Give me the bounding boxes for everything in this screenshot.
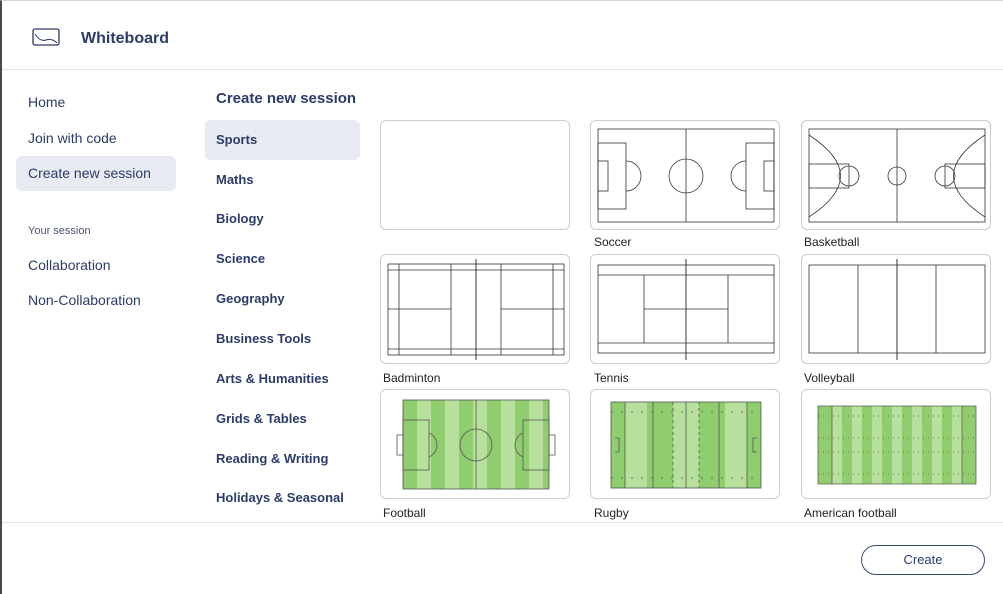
create-button[interactable]: Create: [861, 545, 985, 575]
nav-home[interactable]: Home: [16, 85, 176, 120]
category-arts-humanities[interactable]: Arts & Humanities: [205, 359, 360, 399]
template-tennis[interactable]: [590, 254, 780, 364]
template-rugby[interactable]: [590, 389, 780, 499]
category-geography[interactable]: Geography: [205, 279, 360, 319]
template-american-football[interactable]: [801, 389, 991, 499]
american-football-field-icon: [817, 405, 977, 485]
nav-create-new-session[interactable]: Create new session: [16, 156, 176, 191]
whiteboard-icon: [32, 28, 60, 46]
template-label-soccer: Soccer: [594, 235, 632, 249]
category-grids-tables[interactable]: Grids & Tables: [205, 399, 360, 439]
category-reading-writing[interactable]: Reading & Writing: [205, 439, 360, 479]
app-title: Whiteboard: [81, 30, 169, 47]
badminton-court-icon: [387, 259, 565, 360]
template-football[interactable]: [380, 389, 570, 499]
category-maths[interactable]: Maths: [205, 160, 360, 200]
template-blank[interactable]: [380, 120, 570, 230]
soccer-field-icon: [597, 128, 775, 223]
categories-title: Create new session: [216, 90, 357, 107]
template-label-american-football: American football: [804, 506, 897, 520]
nav-join-with-code[interactable]: Join with code: [16, 121, 176, 156]
nav-non-collaboration[interactable]: Non-Collaboration: [16, 283, 176, 318]
app-header: Whiteboard: [2, 1, 1003, 70]
tennis-court-icon: [597, 259, 775, 360]
template-label-rugby: Rugby: [594, 506, 629, 520]
template-basketball[interactable]: [801, 120, 991, 230]
template-badminton[interactable]: [380, 254, 570, 364]
nav-collaboration[interactable]: Collaboration: [16, 248, 176, 283]
category-sports[interactable]: Sports: [205, 120, 360, 160]
basketball-court-icon: [808, 128, 986, 223]
template-label-football: Football: [383, 506, 426, 520]
template-soccer[interactable]: [590, 120, 780, 230]
category-science[interactable]: Science: [205, 239, 360, 279]
category-biology[interactable]: Biology: [205, 199, 360, 239]
template-volleyball[interactable]: [801, 254, 991, 364]
volleyball-court-icon: [808, 259, 986, 360]
template-label-volleyball: Volleyball: [804, 371, 855, 385]
category-holidays-seasonal[interactable]: Holidays & Seasonal: [205, 478, 360, 518]
your-session-heading: Your session: [28, 225, 91, 237]
template-label-tennis: Tennis: [594, 371, 629, 385]
template-label-basketball: Basketball: [804, 235, 860, 249]
category-business-tools[interactable]: Business Tools: [205, 319, 360, 359]
template-label-badminton: Badminton: [383, 371, 441, 385]
football-pitch-icon: [396, 399, 556, 490]
rugby-pitch-icon: [610, 401, 762, 489]
footer-divider: [2, 522, 1003, 523]
